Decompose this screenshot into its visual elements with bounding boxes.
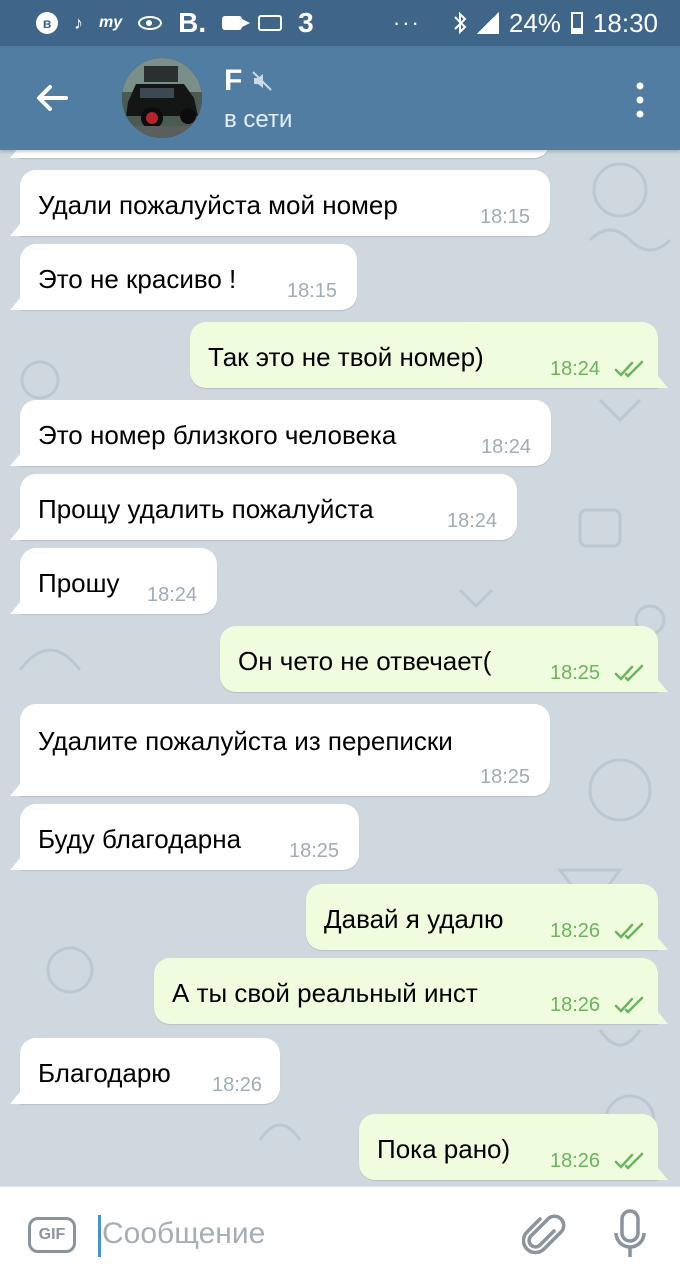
microphone-icon[interactable] bbox=[612, 1207, 648, 1263]
message-bubble[interactable]: Удали пожалуйста мой номер 18:15 bbox=[10, 170, 550, 236]
message-time: 18:25 bbox=[480, 766, 531, 788]
vk-notification-icon: в bbox=[36, 12, 58, 34]
message-text: Это номер близкого человека bbox=[38, 420, 397, 450]
app-3-notification-icon: 3 bbox=[298, 7, 314, 38]
message-composer: GIF bbox=[0, 1186, 680, 1280]
message-time: 18:26 bbox=[212, 1074, 263, 1096]
message-text: Буду благодарна bbox=[38, 824, 242, 854]
clock: 18:30 bbox=[592, 7, 658, 38]
avatar[interactable] bbox=[122, 58, 202, 138]
message-time: 18:24 bbox=[481, 436, 532, 458]
message-bubble[interactable]: Благодарю 18:26 bbox=[10, 1038, 280, 1104]
more-vertical-icon[interactable] bbox=[630, 80, 650, 120]
chat-header: F в сети bbox=[0, 46, 680, 150]
video-notification-icon bbox=[222, 16, 251, 30]
muted-speaker-icon bbox=[252, 71, 273, 91]
battery-percent: 24% bbox=[508, 7, 561, 38]
message-bubble[interactable]: Он чето не отвечает( 18:25 bbox=[220, 626, 668, 692]
vk-b-notification-icon: B. bbox=[178, 7, 207, 38]
message-text: Пока рано) bbox=[377, 1134, 511, 1164]
gif-button[interactable]: GIF bbox=[28, 1217, 76, 1253]
message-bubble[interactable]: Давай я удалю 18:26 bbox=[306, 884, 668, 950]
battery-icon bbox=[570, 12, 583, 34]
car-photo-icon bbox=[122, 58, 202, 138]
status-bar: в ♪ my B. 3 ··· 24% 18:30 bbox=[0, 0, 680, 46]
text-cursor bbox=[98, 1215, 101, 1257]
message-text: Давай я удалю bbox=[324, 904, 504, 934]
double-check-icon bbox=[614, 360, 644, 378]
message-time: 18:15 bbox=[480, 206, 531, 228]
message-time: 18:26 bbox=[550, 1150, 601, 1172]
message-bubble-partial bbox=[10, 150, 550, 158]
message-time: 18:26 bbox=[550, 920, 601, 942]
message-bubble[interactable]: А ты свой реальный инст 18:26 bbox=[154, 958, 668, 1024]
message-text: Прошу bbox=[38, 568, 120, 598]
my-app-notification-icon: my bbox=[99, 14, 123, 31]
message-time: 18:15 bbox=[287, 280, 338, 302]
message-time: 18:25 bbox=[289, 840, 340, 862]
message-text: Это не красиво ! bbox=[38, 264, 237, 294]
message-bubble[interactable]: Пока рано) 18:26 bbox=[359, 1114, 668, 1180]
message-text: Прощу удалить пожалуйста bbox=[38, 494, 374, 524]
message-text: Удалите пожалуйста из переписки bbox=[38, 726, 453, 756]
more-notifications-icon: ··· bbox=[392, 10, 421, 35]
message-bubble[interactable]: Это не красиво ! 18:15 bbox=[10, 244, 357, 310]
message-text: Удали пожалуйста мой номер bbox=[38, 190, 398, 220]
double-check-icon bbox=[614, 664, 644, 682]
message-bubble[interactable]: Это номер близкого человека 18:24 bbox=[10, 400, 551, 466]
status-notification-icons: в ♪ my B. 3 bbox=[36, 7, 314, 38]
message-bubble[interactable]: Буду благодарна 18:25 bbox=[10, 804, 359, 870]
contact-status: в сети bbox=[224, 106, 293, 133]
message-bubble[interactable]: Так это не твой номер) 18:24 bbox=[190, 322, 668, 388]
eye-notification-icon bbox=[138, 16, 163, 30]
double-check-icon bbox=[614, 922, 644, 940]
paperclip-icon[interactable] bbox=[522, 1211, 566, 1259]
arrow-left-icon[interactable] bbox=[30, 76, 74, 120]
tiktok-notification-icon: ♪ bbox=[74, 12, 83, 33]
message-list[interactable]: Удали пожалуйста мой номер 18:15 Это не … bbox=[0, 150, 680, 1186]
message-text: А ты свой реальный инст bbox=[172, 978, 478, 1008]
message-time: 18:24 bbox=[550, 358, 601, 380]
contact-name[interactable]: F bbox=[224, 64, 273, 98]
message-time: 18:25 bbox=[550, 662, 601, 684]
message-text: Так это не твой номер) bbox=[208, 342, 484, 372]
message-input[interactable] bbox=[102, 1209, 502, 1259]
message-time: 18:24 bbox=[147, 584, 198, 606]
double-check-icon bbox=[614, 996, 644, 1014]
signal-icon bbox=[476, 12, 499, 34]
keyboard-notification-icon bbox=[258, 15, 283, 31]
message-time: 18:24 bbox=[447, 510, 498, 532]
message-text: Он чето не отвечает( bbox=[238, 646, 492, 676]
message-bubble[interactable]: Прощу удалить пожалуйста 18:24 bbox=[10, 474, 517, 540]
message-bubble[interactable]: Удалите пожалуйста из переписки 18:25 bbox=[10, 704, 550, 796]
contact-name-label: F bbox=[224, 64, 243, 97]
message-text: Благодарю bbox=[38, 1058, 171, 1088]
bluetooth-icon bbox=[454, 11, 467, 35]
message-bubble[interactable]: Прошу 18:24 bbox=[10, 548, 217, 614]
status-system-icons: ··· 24% 18:30 bbox=[393, 8, 658, 39]
message-time: 18:26 bbox=[550, 994, 601, 1016]
double-check-icon bbox=[614, 1152, 644, 1170]
